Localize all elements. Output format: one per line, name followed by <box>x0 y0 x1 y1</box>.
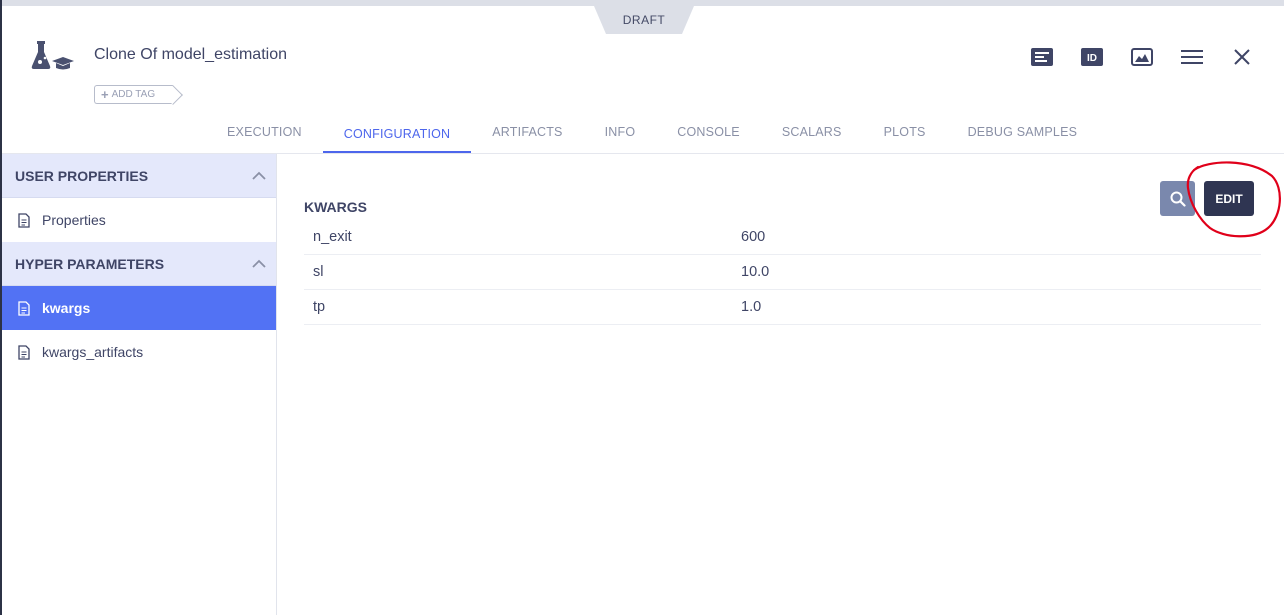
detail-tabs: EXECUTION CONFIGURATION ARTIFACTS INFO C… <box>206 113 1098 154</box>
experiment-type-icon <box>28 40 76 74</box>
close-button[interactable] <box>1230 46 1254 68</box>
id-icon: ID <box>1081 48 1103 66</box>
header-actions: ID <box>1030 46 1254 68</box>
menu-icon <box>1181 50 1203 64</box>
tab-scalars[interactable]: SCALARS <box>761 113 863 151</box>
sidebar-item-kwargs[interactable]: kwargs <box>2 286 276 330</box>
param-value: 10.0 <box>741 264 770 280</box>
param-value: 1.0 <box>741 299 762 315</box>
param-value: 600 <box>741 229 766 245</box>
document-icon <box>18 300 30 316</box>
results-button[interactable] <box>1130 46 1154 68</box>
top-strip <box>0 0 1284 6</box>
section-header-user-properties[interactable]: USER PROPERTIES <box>2 154 276 198</box>
plus-icon: + <box>101 87 109 102</box>
tab-debug-samples[interactable]: DEBUG SAMPLES <box>947 113 1099 151</box>
menu-button[interactable] <box>1180 46 1204 68</box>
document-icon <box>18 344 30 360</box>
sidebar-item-properties[interactable]: Properties <box>2 198 276 242</box>
add-tag-label: ADD TAG <box>111 89 156 100</box>
chevron-up-icon <box>252 259 266 268</box>
params-table: n_exit 600 sl 10.0 tp 1.0 <box>304 220 1261 325</box>
section-title: USER PROPERTIES <box>15 167 149 184</box>
results-icon <box>1131 48 1153 66</box>
document-icon <box>18 212 30 228</box>
table-row: n_exit 600 <box>304 220 1261 255</box>
close-icon <box>1234 49 1250 65</box>
info-panel-icon <box>1031 48 1053 66</box>
tab-plots[interactable]: PLOTS <box>863 113 947 151</box>
section-title: HYPER PARAMETERS <box>15 255 165 272</box>
experiment-title: Clone Of model_estimation <box>94 46 287 63</box>
info-panel-button[interactable] <box>1030 46 1054 68</box>
param-name: sl <box>313 264 324 280</box>
search-icon <box>1170 191 1186 207</box>
chevron-up-icon <box>252 171 266 180</box>
status-badge: DRAFT <box>594 6 694 34</box>
tab-info[interactable]: INFO <box>584 113 657 151</box>
configuration-sidebar: USER PROPERTIES Properties HYPER PARAMET… <box>2 154 277 615</box>
sidebar-item-label: kwargs <box>42 300 91 316</box>
table-row: sl 10.0 <box>304 255 1261 290</box>
tab-artifacts[interactable]: ARTIFACTS <box>471 113 583 151</box>
section-header-hyper-parameters[interactable]: HYPER PARAMETERS <box>2 242 276 286</box>
param-name: tp <box>313 299 326 315</box>
edit-button[interactable]: EDIT <box>1204 181 1254 216</box>
svg-text:ID: ID <box>1087 53 1097 64</box>
sidebar-item-kwargs-artifacts[interactable]: kwargs_artifacts <box>2 330 276 374</box>
sidebar-item-label: kwargs_artifacts <box>42 344 144 360</box>
search-button[interactable] <box>1160 181 1195 216</box>
sidebar-item-label: Properties <box>42 212 106 228</box>
section-title: KWARGS <box>304 199 367 215</box>
tab-console[interactable]: CONSOLE <box>656 113 761 151</box>
table-row: tp 1.0 <box>304 290 1261 325</box>
id-button[interactable]: ID <box>1080 46 1104 68</box>
add-tag-button[interactable]: + ADD TAG <box>94 85 174 104</box>
experiment-details-page: DRAFT Clone Of model_estimation + ADD TA… <box>0 0 1284 615</box>
tab-configuration[interactable]: CONFIGURATION <box>322 113 472 154</box>
tab-execution[interactable]: EXECUTION <box>206 113 323 151</box>
param-name: n_exit <box>313 229 352 245</box>
